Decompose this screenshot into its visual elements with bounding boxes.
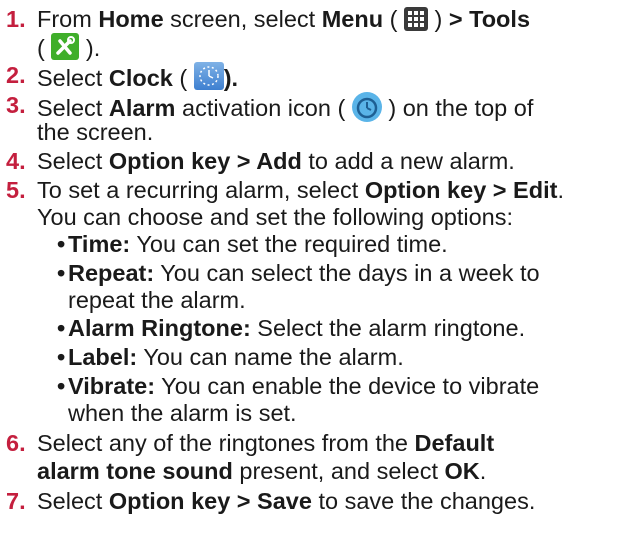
bullet: • <box>57 344 66 370</box>
bullet: • <box>57 315 66 341</box>
menu-grid-icon <box>403 7 428 31</box>
tools-icon <box>51 33 80 60</box>
step-number: 4. <box>6 148 26 174</box>
clock-icon <box>193 62 224 90</box>
bullet: • <box>57 231 66 257</box>
step-number: 5. <box>6 177 26 203</box>
bullet: • <box>57 260 66 286</box>
tools-label: > Tools <box>448 6 531 32</box>
step-number: 1. <box>6 6 26 32</box>
home-label: Home <box>98 6 164 32</box>
bullet: • <box>57 373 66 399</box>
step-number: 2. <box>6 62 26 88</box>
clock-label: Clock <box>108 65 173 91</box>
step-number: 3. <box>6 92 26 118</box>
step-number: 7. <box>6 488 26 514</box>
step-number: 6. <box>6 430 26 456</box>
instruction-page: 1. From Home screen, select Menu ( ) > T… <box>6 6 564 514</box>
alarm-label: Alarm <box>108 95 176 121</box>
alarm-icon <box>351 92 382 122</box>
menu-label: Menu <box>321 6 384 32</box>
